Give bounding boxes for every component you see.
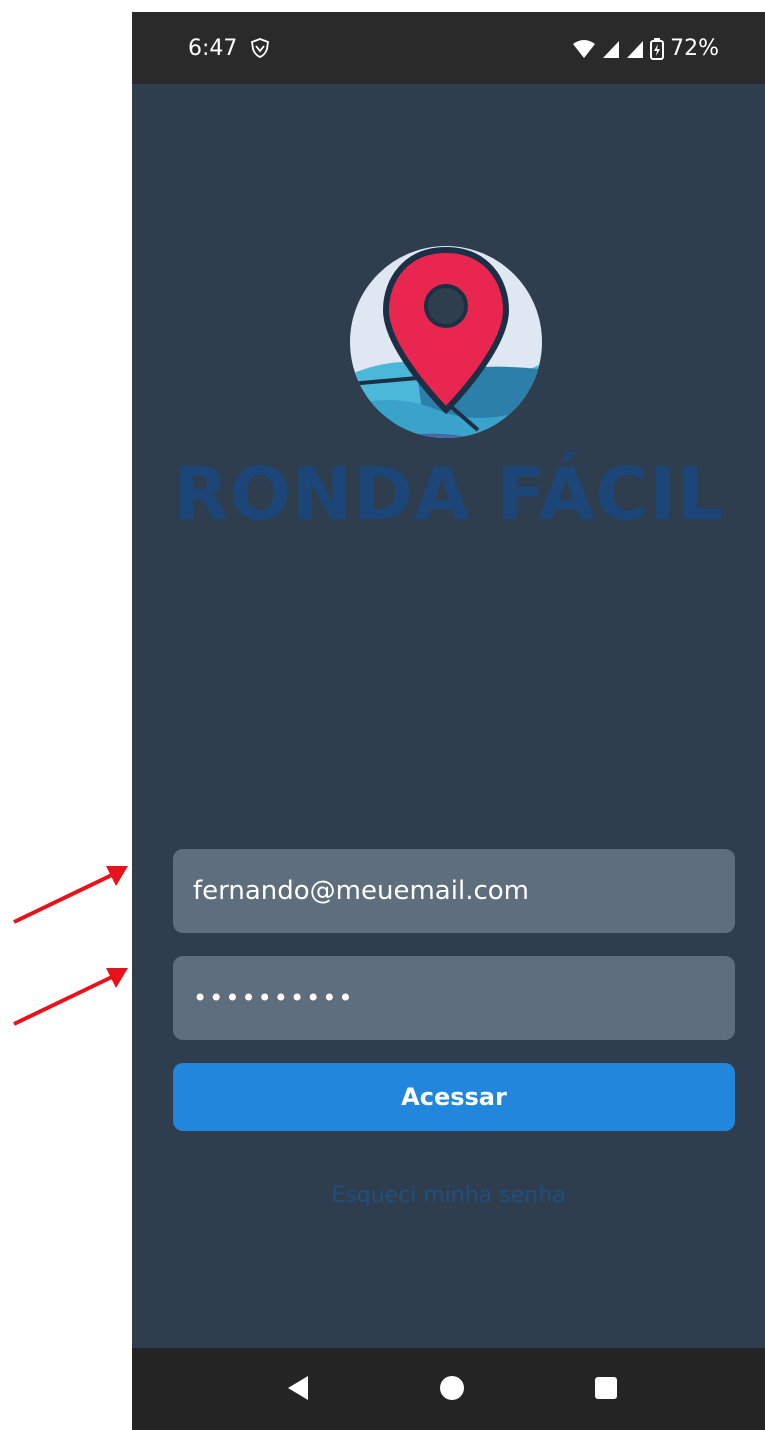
recent-apps-button[interactable] xyxy=(586,1368,626,1408)
login-button[interactable]: Acessar xyxy=(173,1063,735,1131)
annotation-arrow-email xyxy=(13,866,128,924)
home-button[interactable] xyxy=(432,1368,472,1408)
back-button[interactable] xyxy=(278,1368,318,1408)
email-field[interactable] xyxy=(173,849,735,933)
signal-icon xyxy=(603,40,620,58)
shield-icon xyxy=(251,38,269,58)
brand-wordmark: RONDA FÁCIL xyxy=(173,452,724,536)
email-input[interactable] xyxy=(193,876,715,906)
navigation-bar xyxy=(132,1348,765,1430)
back-icon xyxy=(288,1376,308,1400)
screenshot-canvas: 6:47 72% RONDA FÁCIL fernando@meuemail.c… xyxy=(0,0,765,1430)
battery-icon xyxy=(650,37,665,60)
forgot-password-link[interactable]: Esqueci minha senha xyxy=(132,1183,765,1208)
signal-icon xyxy=(627,40,644,58)
annotation-arrow-password xyxy=(13,968,128,1026)
wifi-icon xyxy=(573,39,596,58)
status-time: 6:47 xyxy=(188,36,238,61)
password-field[interactable] xyxy=(173,956,735,1040)
battery-level: 72% xyxy=(670,36,719,61)
status-bar: 6:47 72% xyxy=(132,12,765,84)
home-icon xyxy=(440,1376,464,1400)
status-right: 72% xyxy=(572,36,719,61)
recent-apps-icon xyxy=(595,1377,617,1399)
password-input[interactable] xyxy=(193,984,715,1012)
phone-screen: 6:47 72% RONDA FÁCIL fernando@meuemail.c… xyxy=(132,12,765,1430)
